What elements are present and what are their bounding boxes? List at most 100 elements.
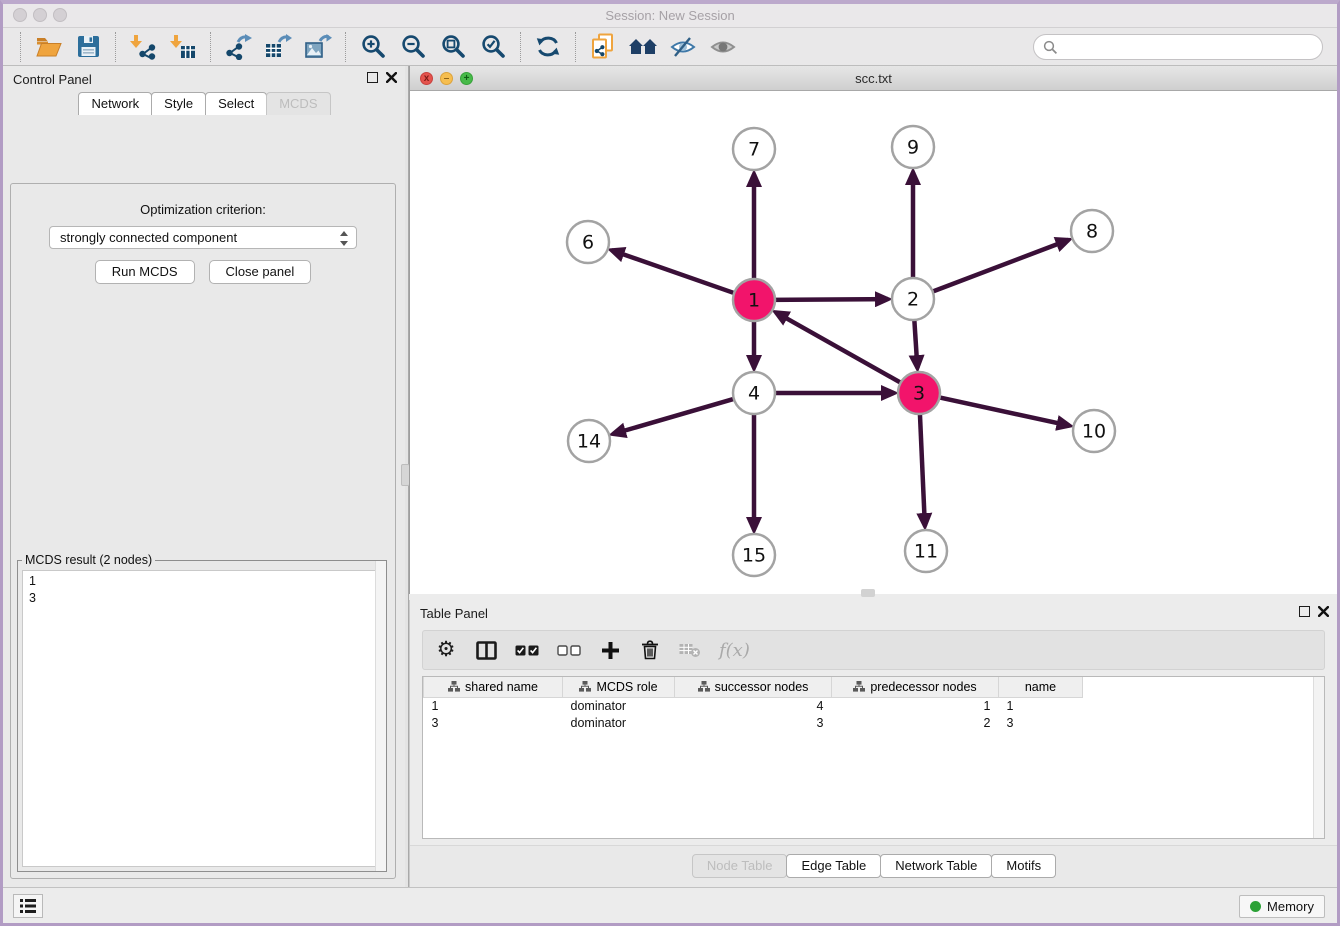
graph-node-10[interactable]: 10 [1073,410,1115,452]
delete-table-icon[interactable] [679,637,701,663]
search-icon [1043,40,1058,55]
table-cell[interactable]: 4 [675,697,832,714]
table-row[interactable]: 1dominator411 [424,697,1083,714]
zoom-selected-button[interactable] [476,31,510,63]
memory-button[interactable]: Memory [1239,895,1325,918]
table-tab-motifs[interactable]: Motifs [991,854,1056,878]
search-input[interactable] [1058,37,1322,57]
network-window-titlebar[interactable]: x – + scc.txt [410,66,1337,91]
refresh-view-button[interactable] [531,31,565,63]
table-cell[interactable]: 1 [999,697,1083,714]
table-cell[interactable]: 3 [999,714,1083,731]
node-label: 8 [1086,221,1098,243]
mcds-result-scrollbar[interactable] [375,561,386,871]
table-row[interactable]: 3dominator323 [424,714,1083,731]
open-file-button[interactable] [31,31,65,63]
control-panel: Control Panel NetworkStyleSelectMCDS Opt… [3,66,405,887]
graph-edge-1-6[interactable] [612,250,737,294]
column-header-MCDS-role[interactable]: MCDS role [563,677,675,697]
tab-network[interactable]: Network [78,92,152,115]
tab-style[interactable]: Style [151,92,206,115]
task-history-button[interactable] [13,894,43,918]
deselect-all-checkboxes-icon[interactable] [557,637,581,663]
table-tab-network-table[interactable]: Network Table [880,854,992,878]
select-value: strongly connected component [60,230,237,245]
graph-edge-3-11[interactable] [920,411,925,526]
graph-node-6[interactable]: 6 [567,221,609,263]
export-table-button[interactable] [261,31,295,63]
graph-node-4[interactable]: 4 [733,372,775,414]
graph-edge-1-2[interactable] [772,299,888,300]
network-canvas[interactable]: 1 2 3 4 6 7 8 9 10 11 14 15 [410,91,1339,594]
graph-node-14[interactable]: 14 [568,420,610,462]
table-scrollbar[interactable] [1313,677,1324,838]
close-table-panel-icon[interactable] [1318,606,1329,617]
optimization-criterion-select[interactable]: strongly connected component [49,226,357,249]
import-table-button[interactable] [166,31,200,63]
function-builder-icon[interactable]: f(x) [719,637,750,663]
graph-edges[interactable] [612,172,1070,530]
table-options-gear-icon[interactable]: ⚙ [435,637,457,663]
graph-edge-3-1[interactable] [776,312,904,384]
table-panel-header: Table Panel [410,600,1337,626]
table-tab-node-table[interactable]: Node Table [692,854,788,878]
node-table: shared nameMCDS rolesuccessor nodesprede… [423,677,1083,731]
table-tab-edge-table[interactable]: Edge Table [786,854,881,878]
new-network-from-selection-button[interactable] [586,31,620,63]
graph-edge-2-3[interactable] [914,317,917,368]
table-cell[interactable]: dominator [563,697,675,714]
zoom-fit-button[interactable] [436,31,470,63]
graph-node-7[interactable]: 7 [733,128,775,170]
tab-select[interactable]: Select [205,92,267,115]
export-network-button[interactable] [221,31,255,63]
float-panel-icon[interactable] [367,72,378,83]
table-cell[interactable]: 1 [424,697,563,714]
table-panel-title: Table Panel [420,606,488,621]
graph-node-1[interactable]: 1 [733,279,775,321]
graph-node-15[interactable]: 15 [733,534,775,576]
show-all-button[interactable] [706,31,740,63]
save-session-button[interactable] [71,31,105,63]
float-table-panel-icon[interactable] [1299,606,1310,617]
table-cell[interactable]: 3 [424,714,563,731]
column-header-name[interactable]: name [999,677,1083,697]
close-panel-icon[interactable] [386,72,397,83]
delete-column-icon[interactable] [639,637,661,663]
column-header-successor-nodes[interactable]: successor nodes [675,677,832,697]
graph-node-3[interactable]: 3 [898,372,940,414]
import-table-icon [170,34,197,60]
toggle-column-view-icon[interactable] [475,637,497,663]
graph-edge-2-8[interactable] [930,240,1069,293]
horizontal-splitter-handle[interactable] [861,589,875,597]
graph-edge-3-10[interactable] [937,397,1070,426]
first-neighbors-button[interactable] [626,31,660,63]
graph-node-9[interactable]: 9 [892,126,934,168]
import-network-button[interactable] [126,31,160,63]
export-image-button[interactable] [301,31,335,63]
mcds-result-text[interactable]: 1 3 [22,570,382,867]
graph-edge-4-14[interactable] [613,398,737,434]
graph-node-8[interactable]: 8 [1071,210,1113,252]
zoom-out-icon [401,34,426,59]
column-header-shared-name[interactable]: shared name [424,677,563,697]
close-panel-button[interactable]: Close panel [209,260,312,284]
graph-node-2[interactable]: 2 [892,278,934,320]
open-folder-icon [35,35,62,58]
select-stepper-icon [339,231,349,246]
add-column-icon[interactable] [599,637,621,663]
select-all-checkboxes-icon[interactable] [515,637,539,663]
optimization-criterion-label: Optimization criterion: [11,202,395,217]
search-field[interactable] [1033,34,1323,60]
zoom-in-button[interactable] [356,31,390,63]
table-cell[interactable]: 3 [675,714,832,731]
hide-selected-button[interactable] [666,31,700,63]
run-mcds-button[interactable]: Run MCDS [95,260,195,284]
column-header-predecessor-nodes[interactable]: predecessor nodes [832,677,999,697]
table-cell[interactable]: 2 [832,714,999,731]
table-cell[interactable]: dominator [563,714,675,731]
table-cell[interactable]: 1 [832,697,999,714]
graph-node-11[interactable]: 11 [905,530,947,572]
tab-mcds[interactable]: MCDS [266,92,330,115]
show-eye-icon [710,35,736,59]
zoom-out-button[interactable] [396,31,430,63]
